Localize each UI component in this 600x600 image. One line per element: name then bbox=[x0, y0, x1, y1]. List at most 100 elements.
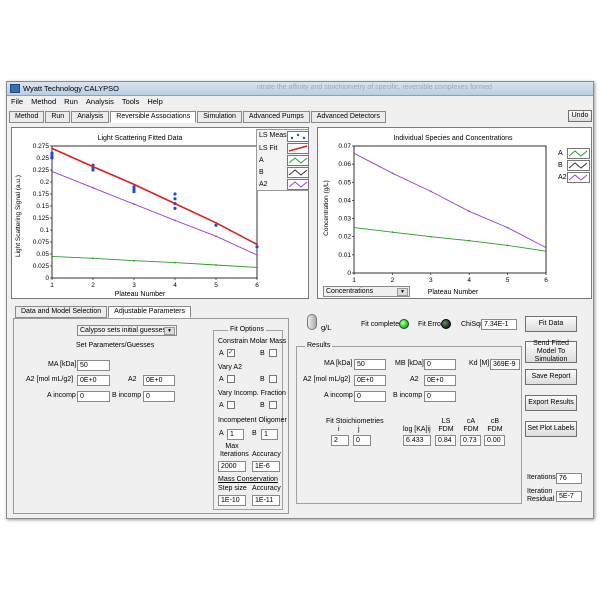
chevron-down-icon[interactable]: ▼ bbox=[164, 327, 175, 335]
point-a bbox=[51, 255, 53, 258]
y-tick-label: 0.025 bbox=[33, 263, 50, 270]
accuracy2-input[interactable]: 1E-11 bbox=[252, 495, 280, 506]
point-ls-meas bbox=[50, 156, 54, 160]
x-tick-label: 3 bbox=[429, 277, 433, 284]
point-a2 bbox=[353, 152, 355, 155]
point-a2 bbox=[51, 170, 53, 173]
point-ls-meas bbox=[173, 197, 177, 201]
point-ls-fit bbox=[51, 147, 53, 150]
results-a-incomp-label: A incomp bbox=[324, 392, 353, 399]
cb-fdm-value: 0.00 bbox=[484, 435, 505, 446]
x-tick-label: 5 bbox=[506, 277, 510, 284]
y-tick-label: 0.2 bbox=[40, 179, 49, 186]
point-a2 bbox=[391, 172, 394, 175]
set-plot-labels-button[interactable]: Set Plot Labels bbox=[525, 421, 577, 437]
point-a bbox=[429, 235, 432, 238]
iteration-residual-label: Iteration Residual bbox=[527, 488, 555, 503]
accuracy-input[interactable]: 1E-6 bbox=[252, 461, 280, 472]
tab-run[interactable]: Run bbox=[45, 111, 71, 123]
x-tick-label: 2 bbox=[91, 282, 95, 289]
save-report-button[interactable]: Save Report bbox=[525, 369, 577, 385]
a-incomp-input[interactable]: 0 bbox=[77, 391, 110, 402]
conc-legend-swatches bbox=[567, 148, 590, 183]
menu-analysis[interactable]: Analysis bbox=[82, 96, 118, 108]
y-tick-label: 0.075 bbox=[33, 239, 50, 246]
menu-run[interactable]: Run bbox=[60, 96, 82, 108]
results-b-incomp-value: 0 bbox=[424, 391, 456, 402]
vary-incomp-b-checkbox[interactable] bbox=[269, 401, 277, 409]
tab-advanced-pumps[interactable]: Advanced Pumps bbox=[242, 111, 310, 123]
menu-tools[interactable]: Tools bbox=[118, 96, 144, 108]
results-a2b-value: 0E+0 bbox=[424, 375, 456, 386]
vary-a2-a-checkbox[interactable] bbox=[227, 375, 235, 383]
export-results-button[interactable]: Export Results bbox=[525, 395, 577, 411]
ma-input[interactable]: 50 bbox=[77, 360, 110, 371]
tab-simulation[interactable]: Simulation bbox=[197, 111, 242, 123]
a2-input[interactable]: 0E+0 bbox=[77, 375, 110, 386]
olig-a-input[interactable]: 1 bbox=[227, 429, 244, 440]
y-tick-label: 0.15 bbox=[36, 203, 49, 210]
menu-file[interactable]: File bbox=[7, 96, 27, 108]
vary-a2-b-label: B bbox=[260, 376, 265, 383]
y-tick-label: 0.01 bbox=[338, 252, 351, 259]
adjustable-parameters-panel: Calypso sets initial guesses ▼ Set Param… bbox=[13, 318, 289, 514]
send-to-simulation-button[interactable]: Send Fitted Model To Simulation bbox=[525, 340, 577, 363]
constrain-b-checkbox[interactable] bbox=[269, 349, 277, 357]
conc-legend-a2: A2 bbox=[558, 174, 567, 181]
x-tick-label: 4 bbox=[173, 282, 177, 289]
x-tick-label: 2 bbox=[391, 277, 395, 284]
y-tick-label: 0.04 bbox=[338, 197, 351, 204]
a2b-input[interactable]: 0E+0 bbox=[143, 375, 175, 386]
b-incomp-input[interactable]: 0 bbox=[143, 391, 175, 402]
constrain-a-checkbox[interactable]: ✓ bbox=[227, 349, 235, 357]
results-group: Results MA [kDa] 50 MB [kDa] 0 Kd [M] 36… bbox=[296, 342, 522, 504]
ls-legend-fit: LS Fit bbox=[259, 145, 278, 152]
results-kd-label: Kd [M] bbox=[469, 360, 490, 367]
point-a bbox=[256, 266, 258, 269]
point-a2 bbox=[468, 210, 471, 213]
y-tick-label: 0.175 bbox=[33, 191, 50, 198]
point-a bbox=[215, 264, 217, 266]
tab-advanced-detectors[interactable]: Advanced Detectors bbox=[310, 111, 386, 123]
y-tick-label: 0.275 bbox=[33, 143, 50, 150]
results-a2-value: 0E+0 bbox=[354, 375, 386, 386]
vary-incomp-a-checkbox[interactable] bbox=[227, 401, 235, 409]
y-tick-label: 0.25 bbox=[36, 155, 49, 162]
ls-fdm-value: 0.84 bbox=[435, 435, 456, 446]
a2-label: A2 [mol mL/g2] bbox=[26, 376, 74, 383]
point-a bbox=[468, 239, 471, 242]
menu-method[interactable]: Method bbox=[27, 96, 60, 108]
vary-a2-b-checkbox[interactable] bbox=[269, 375, 277, 383]
undo-button[interactable]: Undo bbox=[568, 110, 592, 122]
tab-reversible-associations[interactable]: Reversible Associations bbox=[110, 111, 197, 123]
tab-analysis[interactable]: Analysis bbox=[71, 111, 110, 123]
conc-chart-title: Individual Species and Concentrations bbox=[393, 135, 513, 142]
olig-b-input[interactable]: 1 bbox=[261, 429, 278, 440]
stoich-j-value: 0 bbox=[353, 435, 371, 446]
chevron-down-icon[interactable]: ▼ bbox=[397, 288, 408, 296]
point-ls-fit bbox=[92, 165, 94, 168]
point-a2 bbox=[174, 219, 176, 222]
y-tick-label: 0 bbox=[45, 275, 49, 282]
step-size-label: Step size bbox=[218, 485, 247, 492]
vary-incomp-label: Vary Incomp. Fraction bbox=[218, 390, 286, 397]
fit-data-button[interactable]: Fit Data bbox=[525, 316, 577, 332]
menu-help[interactable]: Help bbox=[143, 96, 166, 108]
point-a2 bbox=[506, 226, 509, 229]
guess-mode-select[interactable]: Calypso sets initial guesses ▼ bbox=[77, 325, 177, 336]
vary-incomp-b-label: B bbox=[260, 402, 265, 409]
ls-legend-a: A bbox=[259, 157, 264, 164]
max-iterations-input[interactable]: 2000 bbox=[218, 461, 246, 472]
tab-data-model-selection[interactable]: Data and Model Selection bbox=[15, 306, 108, 318]
unit-toggle-switch[interactable] bbox=[307, 314, 317, 330]
tab-method[interactable]: Method bbox=[9, 111, 45, 123]
ls-legend-swatches bbox=[287, 131, 309, 190]
constrain-label: Constrain Molar Mass bbox=[218, 338, 287, 345]
concentrations-dropdown[interactable]: Concentrations ▼ bbox=[323, 286, 410, 297]
y-tick-label: 0.05 bbox=[36, 251, 49, 258]
x-tick-label: 4 bbox=[467, 277, 471, 284]
step-size-input[interactable]: 1E-10 bbox=[218, 495, 246, 506]
tab-adjustable-parameters[interactable]: Adjustable Parameters bbox=[108, 306, 191, 318]
ls-legend-a2: A2 bbox=[259, 181, 268, 188]
y-tick-label: 0.225 bbox=[33, 167, 50, 174]
